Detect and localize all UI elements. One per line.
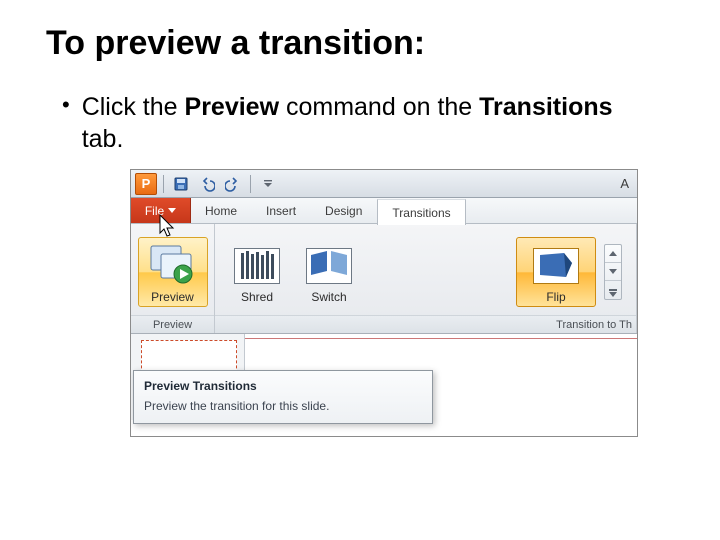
ribbon-group-transition-gallery: Shred Switch <box>215 224 637 333</box>
ribbon-group-preview-caption: Preview <box>131 315 214 333</box>
qat-separator <box>163 175 164 193</box>
ribbon-group-preview: Preview Preview <box>131 224 215 333</box>
bullet-text-pre: Click the <box>82 93 185 121</box>
tooltip-body: Preview the transition for this slide. <box>144 399 422 413</box>
more-icon <box>609 289 617 291</box>
gallery-scroll-down[interactable] <box>605 263 621 281</box>
qat-separator-2 <box>250 175 251 193</box>
switch-icon <box>306 248 352 284</box>
bullet-text: Click the Preview command on the Transit… <box>82 91 642 155</box>
transition-flip[interactable]: Flip <box>516 237 596 307</box>
bullet-text-mid: command on the <box>279 93 479 121</box>
bullet-text-post: tab. <box>82 125 124 153</box>
tab-insert[interactable]: Insert <box>252 198 311 223</box>
transition-shred-label: Shred <box>241 290 273 304</box>
bullet-text-bold-2: Transitions <box>479 93 612 121</box>
preview-icon <box>149 242 197 290</box>
window-title-fragment: A <box>620 176 633 191</box>
group-caption-label: Preview <box>153 316 192 334</box>
chevron-down-icon <box>168 208 176 213</box>
ribbon-group-transition-caption: Transition to Th <box>215 315 636 333</box>
chevron-down-icon <box>263 179 273 189</box>
flip-icon <box>533 248 579 284</box>
transition-flip-label: Flip <box>546 290 565 304</box>
qat-save-button[interactable] <box>170 174 192 194</box>
chevron-up-icon <box>609 251 617 256</box>
bullet-item: • Click the Preview command on the Trans… <box>62 91 680 155</box>
ribbon: Preview Preview <box>131 224 637 334</box>
tab-home[interactable]: Home <box>191 198 252 223</box>
tooltip-title: Preview Transitions <box>144 379 422 393</box>
app-badge-icon[interactable]: P <box>135 173 157 195</box>
transition-shred[interactable]: Shred <box>225 237 289 307</box>
qat-customize-button[interactable] <box>257 174 279 194</box>
qat-undo-button[interactable] <box>196 174 218 194</box>
save-icon <box>173 176 189 192</box>
undo-icon <box>199 176 215 192</box>
ribbon-tabs: File Home Insert Design Transitions <box>131 198 637 224</box>
transition-switch[interactable]: Switch <box>297 237 361 307</box>
gallery-scroll-up[interactable] <box>605 245 621 263</box>
group-caption-label: Transition to Th <box>556 316 632 334</box>
screenshot: P <box>130 169 638 437</box>
tab-design[interactable]: Design <box>311 198 377 223</box>
qat-redo-button[interactable] <box>222 174 244 194</box>
tooltip: Preview Transitions Preview the transiti… <box>133 370 433 424</box>
window-titlebar: P <box>131 170 637 198</box>
preview-button[interactable]: Preview <box>138 237 208 307</box>
preview-button-label: Preview <box>151 290 194 304</box>
tab-file-label: File <box>145 204 164 218</box>
gallery-more[interactable] <box>605 281 621 299</box>
slide-title: To preview a transition: <box>46 24 680 63</box>
chevron-down-icon <box>609 269 617 274</box>
transition-switch-label: Switch <box>311 290 346 304</box>
gallery-scroll[interactable] <box>604 244 622 300</box>
tab-transitions[interactable]: Transitions <box>377 199 465 225</box>
bullet-dot-icon: • <box>62 91 70 119</box>
ruler-line <box>245 338 637 339</box>
shred-icon <box>234 248 280 284</box>
tab-file[interactable]: File <box>131 198 191 223</box>
redo-icon <box>225 176 241 192</box>
bullet-text-bold-1: Preview <box>185 93 280 121</box>
